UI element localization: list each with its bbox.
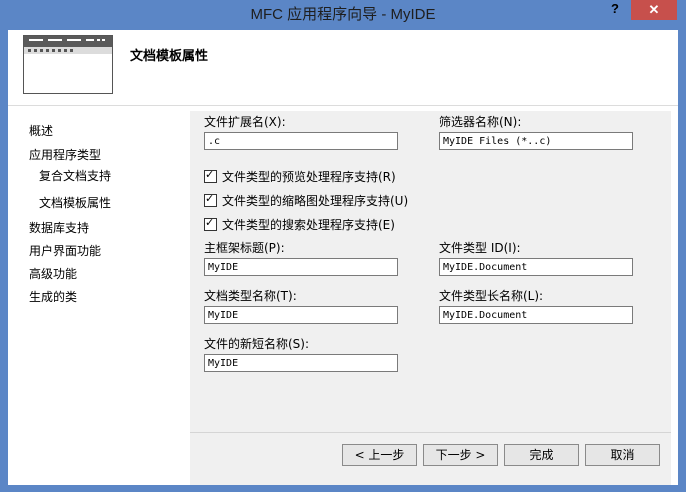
prev-button[interactable]: < 上一步 [342,444,417,466]
thumbnail-handler-label: 文件类型的缩略图处理程序支持(U) [222,194,409,208]
doc-type-name-input[interactable]: MyIDE [204,306,398,324]
nav-item-advanced[interactable]: 高级功能 [29,265,77,282]
wizard-window: MFC 应用程序向导 - MyIDE ? ✕ 文档模板属性 概述 应用程序类型 … [0,0,686,492]
file-type-id-label: 文件类型 ID(I): [439,241,521,255]
title-bar[interactable]: MFC 应用程序向导 - MyIDE ? ✕ [0,0,686,30]
preview-handler-label: 文件类型的预览处理程序支持(R) [222,170,396,184]
preview-handler-checkbox[interactable]: 文件类型的预览处理程序支持(R) [204,168,396,185]
nav-item-ui-features[interactable]: 用户界面功能 [29,242,101,259]
window-title: MFC 应用程序向导 - MyIDE [250,6,436,23]
file-new-short-name-label: 文件的新短名称(S): [204,337,310,351]
search-handler-checkbox[interactable]: 文件类型的搜索处理程序支持(E) [204,216,395,233]
close-button[interactable]: ✕ [631,0,677,20]
nav-item-doc-template[interactable]: 文档模板属性 [39,194,111,211]
checkbox-checked-icon [204,216,217,231]
file-ext-label: 文件扩展名(X): [204,115,286,129]
wizard-nav: 概述 应用程序类型 复合文档支持 文档模板属性 数据库支持 用户界面功能 高级功… [8,106,190,485]
checkbox-checked-icon [204,192,217,207]
checkbox-checked-icon [204,168,217,183]
file-new-short-name-input[interactable]: MyIDE [204,354,398,372]
file-type-long-name-input[interactable]: MyIDE.Document [439,306,633,324]
file-type-id-input[interactable]: MyIDE.Document [439,258,633,276]
nav-item-overview[interactable]: 概述 [29,122,53,139]
thumbnail-handler-checkbox[interactable]: 文件类型的缩略图处理程序支持(U) [204,192,408,209]
nav-item-app-type[interactable]: 应用程序类型 [29,146,101,163]
nav-item-compound-doc[interactable]: 复合文档支持 [39,167,111,184]
search-handler-label: 文件类型的搜索处理程序支持(E) [222,218,395,232]
nav-item-generated-classes[interactable]: 生成的类 [29,288,77,305]
filter-name-label: 筛选器名称(N): [439,115,522,129]
next-button[interactable]: 下一步 > [423,444,498,466]
window-illustration-icon [23,35,113,94]
filter-name-input[interactable]: MyIDE Files (*..c) [439,132,633,150]
file-type-long-name-label: 文件类型长名称(L): [439,289,544,303]
wizard-header: 文档模板属性 [8,30,678,106]
cancel-button[interactable]: 取消 [585,444,660,466]
page-title: 文档模板属性 [130,49,209,64]
dialog-client: 文档模板属性 概述 应用程序类型 复合文档支持 文档模板属性 数据库支持 用户界… [8,30,678,485]
main-frame-caption-label: 主框架标题(P): [204,241,285,255]
finish-button[interactable]: 完成 [504,444,579,466]
nav-item-database[interactable]: 数据库支持 [29,219,89,236]
help-button[interactable]: ? [602,0,628,20]
file-ext-input[interactable]: .c [204,132,398,150]
doc-type-name-label: 文档类型名称(T): [204,289,297,303]
button-separator [190,432,671,433]
main-frame-caption-input[interactable]: MyIDE [204,258,398,276]
